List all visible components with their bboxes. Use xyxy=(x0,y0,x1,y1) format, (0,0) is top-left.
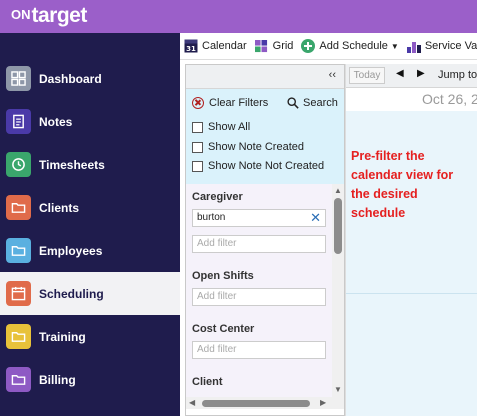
add-schedule-button[interactable]: Add Schedule ▼ xyxy=(301,39,399,53)
clear-filters-label: Clear Filters xyxy=(209,97,269,109)
sidebar-item-label: Timesheets xyxy=(39,157,105,172)
calendar-view-button[interactable]: 31 Calendar xyxy=(184,39,247,53)
annotation-callout: Pre-filter the calendar view for the des… xyxy=(351,149,454,220)
show-all-checkbox[interactable]: Show All xyxy=(192,121,250,133)
bar-chart-icon xyxy=(406,39,421,53)
caregiver-add-filter-input[interactable]: Add filter xyxy=(192,235,326,253)
filter-panel: ‹‹ Clear Filters Search Show All Show No… xyxy=(185,64,345,416)
checkbox-box[interactable] xyxy=(192,141,203,153)
checkbox-box[interactable] xyxy=(192,160,203,172)
folder-icon xyxy=(6,238,31,263)
search-label: Search xyxy=(303,97,338,109)
show-note-created-checkbox[interactable]: Show Note Created xyxy=(192,141,304,153)
clear-icon xyxy=(192,97,204,109)
calendar-view-label: Calendar xyxy=(202,40,247,52)
checkbox-label: Show Note Not Created xyxy=(208,160,325,172)
search-icon xyxy=(287,97,299,109)
scroll-thumb[interactable] xyxy=(202,400,310,407)
time-slot-divider xyxy=(346,293,477,294)
open-shifts-filter-title: Open Shifts xyxy=(192,270,254,282)
grid-icon xyxy=(255,39,269,53)
client-filter-title: Client xyxy=(192,376,223,388)
show-note-not-created-checkbox[interactable]: Show Note Not Created xyxy=(192,160,324,172)
sidebar-item-employees[interactable]: Employees xyxy=(0,229,180,272)
caret-down-icon: ▼ xyxy=(390,41,399,51)
grid-view-button[interactable]: Grid xyxy=(255,39,294,53)
clear-filters-button[interactable]: Clear Filters xyxy=(192,97,268,109)
sidebar-item-clients[interactable]: Clients xyxy=(0,186,180,229)
prev-arrow-icon[interactable]: ◀ xyxy=(396,68,404,79)
vertical-scrollbar[interactable]: ▲ ▼ xyxy=(332,184,344,397)
caregiver-filter-value: burton xyxy=(197,212,226,223)
checkbox-label: Show Note Created xyxy=(208,141,304,153)
add-schedule-label: Add Schedule xyxy=(319,40,388,52)
toolbar: 31 Calendar Grid Add Schedule ▼ Service … xyxy=(180,33,477,60)
open-shifts-add-filter-input[interactable]: Add filter xyxy=(192,288,326,306)
notes-icon xyxy=(6,109,31,134)
scroll-left-icon[interactable]: ◀ xyxy=(189,398,195,407)
sidebar-item-scheduling[interactable]: Scheduling xyxy=(0,272,180,315)
plus-circle-icon xyxy=(301,39,316,53)
sidebar-item-label: Scheduling xyxy=(39,286,104,301)
sidebar-item-label: Notes xyxy=(39,114,73,129)
app-logo[interactable]: ONtarget xyxy=(11,4,87,28)
sidebar: Dashboard Notes Timesheets Clients Emplo… xyxy=(0,33,180,416)
logo-main: target xyxy=(31,4,88,27)
checkbox-label: Show All xyxy=(208,121,251,133)
sidebar-item-label: Dashboard xyxy=(39,71,102,86)
caregiver-filter-title: Caregiver xyxy=(192,191,243,203)
top-bar: ONtarget xyxy=(0,0,477,33)
filter-panel-header: ‹‹ xyxy=(186,65,344,89)
sidebar-item-label: Clients xyxy=(39,200,80,215)
sidebar-item-notes[interactable]: Notes xyxy=(0,100,180,143)
calendar-icon xyxy=(6,281,31,306)
service-button[interactable]: Service Var xyxy=(406,39,477,53)
calendar-view: Today ◀ ▶ Jump to: Oct 26, 2 xyxy=(345,64,477,416)
folder-icon xyxy=(6,195,31,220)
scroll-right-icon[interactable]: ▶ xyxy=(320,398,326,407)
sidebar-item-dashboard[interactable]: Dashboard xyxy=(0,57,180,100)
scroll-thumb[interactable] xyxy=(334,198,342,254)
jump-to-label[interactable]: Jump to: xyxy=(438,69,477,81)
filter-list: Caregiver burton ✕ Add filter Open Shift… xyxy=(186,184,332,397)
calendar-date-heading: Oct 26, 2 xyxy=(422,91,477,107)
quick-filters: Clear Filters Search Show All Show Note … xyxy=(186,89,344,184)
today-button[interactable]: Today xyxy=(349,67,385,84)
remove-filter-icon[interactable]: ✕ xyxy=(310,210,321,226)
logo-prefix: ON xyxy=(11,7,31,22)
dashboard-icon xyxy=(6,66,31,91)
calendar-icon-number: 31 xyxy=(186,45,196,53)
folder-icon xyxy=(6,367,31,392)
service-label: Service Var xyxy=(424,40,477,52)
collapse-panel-button[interactable]: ‹‹ xyxy=(329,69,336,81)
next-arrow-icon[interactable]: ▶ xyxy=(417,68,425,79)
sidebar-item-label: Employees xyxy=(39,243,103,258)
sidebar-item-training[interactable]: Training xyxy=(0,315,180,358)
sidebar-item-timesheets[interactable]: Timesheets xyxy=(0,143,180,186)
search-button[interactable]: Search xyxy=(287,97,338,109)
horizontal-scrollbar[interactable]: ◀ ▶ xyxy=(186,397,344,409)
scroll-down-icon[interactable]: ▼ xyxy=(334,385,342,394)
sidebar-item-label: Billing xyxy=(39,372,76,387)
checkbox-box[interactable] xyxy=(192,121,203,133)
calendar-icon: 31 xyxy=(184,39,198,53)
scroll-up-icon[interactable]: ▲ xyxy=(334,186,342,195)
caregiver-filter-tag[interactable]: burton ✕ xyxy=(192,209,326,227)
sidebar-item-billing[interactable]: Billing xyxy=(0,358,180,401)
folder-icon xyxy=(6,324,31,349)
cost-center-add-filter-input[interactable]: Add filter xyxy=(192,341,326,359)
grid-view-label: Grid xyxy=(272,40,294,52)
calendar-nav-bar: Today ◀ ▶ Jump to: xyxy=(346,64,477,88)
cost-center-filter-title: Cost Center xyxy=(192,323,255,335)
clock-icon xyxy=(6,152,31,177)
sidebar-item-label: Training xyxy=(39,329,86,344)
